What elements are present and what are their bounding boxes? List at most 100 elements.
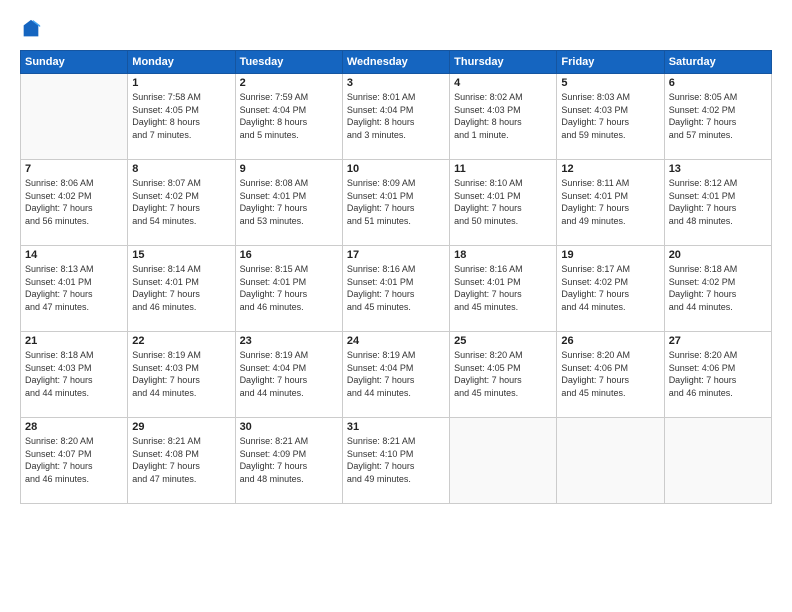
calendar-header-saturday: Saturday: [664, 51, 771, 74]
calendar-week-2: 7 Sunrise: 8:06 AM Sunset: 4:02 PM Daylig…: [21, 160, 772, 246]
calendar-cell: [21, 74, 128, 160]
day-number: 19: [561, 249, 659, 261]
day-number: 6: [669, 77, 767, 89]
logo: [20, 18, 46, 40]
day-info: Sunrise: 8:16 AM Sunset: 4:01 PM Dayligh…: [347, 263, 445, 313]
day-info: Sunrise: 8:20 AM Sunset: 4:07 PM Dayligh…: [25, 435, 123, 485]
calendar-cell: 4 Sunrise: 8:02 AM Sunset: 4:03 PM Daylig…: [450, 74, 557, 160]
calendar-cell: 14 Sunrise: 8:13 AM Sunset: 4:01 PM Dayli…: [21, 246, 128, 332]
calendar-cell: 6 Sunrise: 8:05 AM Sunset: 4:02 PM Daylig…: [664, 74, 771, 160]
day-number: 22: [132, 335, 230, 347]
calendar-table: SundayMondayTuesdayWednesdayThursdayFrid…: [20, 50, 772, 504]
day-number: 24: [347, 335, 445, 347]
day-number: 13: [669, 163, 767, 175]
calendar-header-row: SundayMondayTuesdayWednesdayThursdayFrid…: [21, 51, 772, 74]
calendar-cell: 16 Sunrise: 8:15 AM Sunset: 4:01 PM Dayli…: [235, 246, 342, 332]
day-info: Sunrise: 8:02 AM Sunset: 4:03 PM Dayligh…: [454, 91, 552, 141]
day-number: 16: [240, 249, 338, 261]
calendar-week-5: 28 Sunrise: 8:20 AM Sunset: 4:07 PM Dayli…: [21, 418, 772, 504]
day-number: 4: [454, 77, 552, 89]
calendar-cell: 1 Sunrise: 7:58 AM Sunset: 4:05 PM Daylig…: [128, 74, 235, 160]
calendar-header-friday: Friday: [557, 51, 664, 74]
day-number: 26: [561, 335, 659, 347]
day-info: Sunrise: 8:10 AM Sunset: 4:01 PM Dayligh…: [454, 177, 552, 227]
calendar-cell: [557, 418, 664, 504]
day-info: Sunrise: 8:19 AM Sunset: 4:04 PM Dayligh…: [240, 349, 338, 399]
day-info: Sunrise: 8:12 AM Sunset: 4:01 PM Dayligh…: [669, 177, 767, 227]
day-info: Sunrise: 8:18 AM Sunset: 4:03 PM Dayligh…: [25, 349, 123, 399]
day-info: Sunrise: 8:20 AM Sunset: 4:06 PM Dayligh…: [669, 349, 767, 399]
calendar-cell: 19Sunrise: 8:17 AM Sunset: 4:02 PM Dayli…: [557, 246, 664, 332]
calendar-cell: 13 Sunrise: 8:12 AM Sunset: 4:01 PM Dayli…: [664, 160, 771, 246]
calendar-cell: 24 Sunrise: 8:19 AM Sunset: 4:04 PM Dayli…: [342, 332, 449, 418]
day-info: Sunrise: 8:20 AM Sunset: 4:05 PM Dayligh…: [454, 349, 552, 399]
day-number: 17: [347, 249, 445, 261]
calendar-cell: 23Sunrise: 8:19 AM Sunset: 4:04 PM Dayli…: [235, 332, 342, 418]
calendar-cell: 25 Sunrise: 8:20 AM Sunset: 4:05 PM Dayli…: [450, 332, 557, 418]
calendar-cell: 31Sunrise: 8:21 AM Sunset: 4:10 PM Dayli…: [342, 418, 449, 504]
day-number: 11: [454, 163, 552, 175]
day-info: Sunrise: 8:07 AM Sunset: 4:02 PM Dayligh…: [132, 177, 230, 227]
day-number: 12: [561, 163, 659, 175]
day-info: Sunrise: 8:18 AM Sunset: 4:02 PM Dayligh…: [669, 263, 767, 313]
calendar-cell: 10 Sunrise: 8:09 AM Sunset: 4:01 PM Dayli…: [342, 160, 449, 246]
calendar-cell: 17 Sunrise: 8:16 AM Sunset: 4:01 PM Dayli…: [342, 246, 449, 332]
day-number: 28: [25, 421, 123, 433]
day-info: Sunrise: 8:20 AM Sunset: 4:06 PM Dayligh…: [561, 349, 659, 399]
day-info: Sunrise: 8:21 AM Sunset: 4:08 PM Dayligh…: [132, 435, 230, 485]
day-number: 10: [347, 163, 445, 175]
calendar-week-4: 21 Sunrise: 8:18 AM Sunset: 4:03 PM Dayli…: [21, 332, 772, 418]
calendar-cell: [664, 418, 771, 504]
page: SundayMondayTuesdayWednesdayThursdayFrid…: [0, 0, 792, 612]
day-info: Sunrise: 8:14 AM Sunset: 4:01 PM Dayligh…: [132, 263, 230, 313]
day-number: 29: [132, 421, 230, 433]
day-info: Sunrise: 8:15 AM Sunset: 4:01 PM Dayligh…: [240, 263, 338, 313]
day-number: 21: [25, 335, 123, 347]
day-number: 5: [561, 77, 659, 89]
calendar-cell: 30Sunrise: 8:21 AM Sunset: 4:09 PM Dayli…: [235, 418, 342, 504]
day-number: 14: [25, 249, 123, 261]
day-info: Sunrise: 8:06 AM Sunset: 4:02 PM Dayligh…: [25, 177, 123, 227]
calendar-cell: 26 Sunrise: 8:20 AM Sunset: 4:06 PM Dayli…: [557, 332, 664, 418]
day-number: 3: [347, 77, 445, 89]
calendar-cell: 28 Sunrise: 8:20 AM Sunset: 4:07 PM Dayli…: [21, 418, 128, 504]
day-info: Sunrise: 8:16 AM Sunset: 4:01 PM Dayligh…: [454, 263, 552, 313]
day-info: Sunrise: 8:11 AM Sunset: 4:01 PM Dayligh…: [561, 177, 659, 227]
calendar-cell: 21 Sunrise: 8:18 AM Sunset: 4:03 PM Dayli…: [21, 332, 128, 418]
calendar-cell: 20 Sunrise: 8:18 AM Sunset: 4:02 PM Dayli…: [664, 246, 771, 332]
calendar-cell: [450, 418, 557, 504]
day-info: Sunrise: 8:19 AM Sunset: 4:04 PM Dayligh…: [347, 349, 445, 399]
day-info: Sunrise: 8:09 AM Sunset: 4:01 PM Dayligh…: [347, 177, 445, 227]
calendar-header-monday: Monday: [128, 51, 235, 74]
day-info: Sunrise: 8:03 AM Sunset: 4:03 PM Dayligh…: [561, 91, 659, 141]
calendar-cell: 11 Sunrise: 8:10 AM Sunset: 4:01 PM Dayli…: [450, 160, 557, 246]
day-number: 9: [240, 163, 338, 175]
day-info: Sunrise: 8:05 AM Sunset: 4:02 PM Dayligh…: [669, 91, 767, 141]
day-number: 18: [454, 249, 552, 261]
day-number: 27: [669, 335, 767, 347]
calendar-header-tuesday: Tuesday: [235, 51, 342, 74]
day-info: Sunrise: 8:13 AM Sunset: 4:01 PM Dayligh…: [25, 263, 123, 313]
calendar-header-sunday: Sunday: [21, 51, 128, 74]
header: [20, 18, 772, 40]
calendar-cell: 2 Sunrise: 7:59 AM Sunset: 4:04 PM Daylig…: [235, 74, 342, 160]
day-info: Sunrise: 8:08 AM Sunset: 4:01 PM Dayligh…: [240, 177, 338, 227]
day-number: 7: [25, 163, 123, 175]
calendar-cell: 15Sunrise: 8:14 AM Sunset: 4:01 PM Dayli…: [128, 246, 235, 332]
day-number: 20: [669, 249, 767, 261]
day-number: 25: [454, 335, 552, 347]
calendar-cell: 22Sunrise: 8:19 AM Sunset: 4:03 PM Dayli…: [128, 332, 235, 418]
calendar-cell: 27 Sunrise: 8:20 AM Sunset: 4:06 PM Dayli…: [664, 332, 771, 418]
calendar-cell: 9 Sunrise: 8:08 AM Sunset: 4:01 PM Daylig…: [235, 160, 342, 246]
calendar-cell: 8 Sunrise: 8:07 AM Sunset: 4:02 PM Daylig…: [128, 160, 235, 246]
day-number: 31: [347, 421, 445, 433]
day-info: Sunrise: 8:01 AM Sunset: 4:04 PM Dayligh…: [347, 91, 445, 141]
calendar-header-wednesday: Wednesday: [342, 51, 449, 74]
day-number: 1: [132, 77, 230, 89]
calendar-cell: 12 Sunrise: 8:11 AM Sunset: 4:01 PM Dayli…: [557, 160, 664, 246]
day-info: Sunrise: 7:59 AM Sunset: 4:04 PM Dayligh…: [240, 91, 338, 141]
day-number: 8: [132, 163, 230, 175]
day-info: Sunrise: 7:58 AM Sunset: 4:05 PM Dayligh…: [132, 91, 230, 141]
calendar-cell: 18 Sunrise: 8:16 AM Sunset: 4:01 PM Dayli…: [450, 246, 557, 332]
day-number: 2: [240, 77, 338, 89]
